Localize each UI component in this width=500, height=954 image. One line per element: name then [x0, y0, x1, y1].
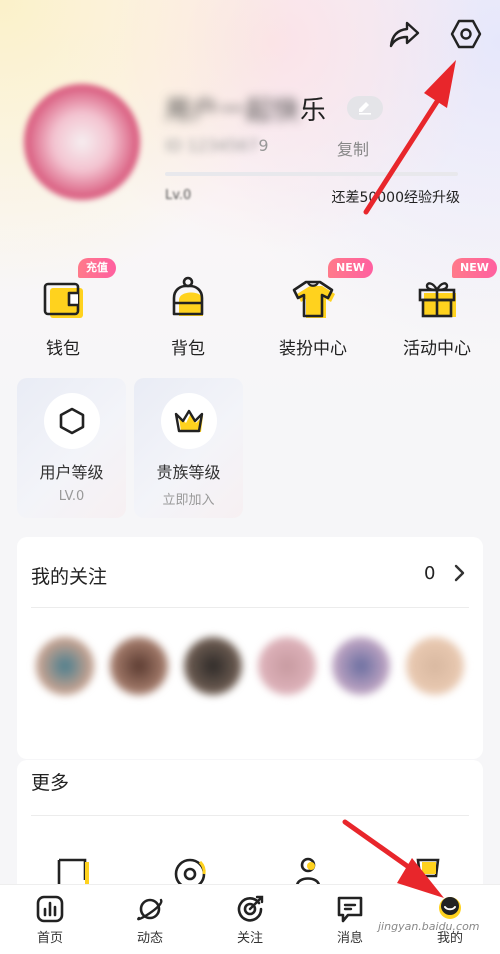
share-icon[interactable] — [385, 14, 425, 54]
wallet-label: 钱包 — [46, 339, 80, 359]
wallet-icon — [43, 282, 83, 318]
backpack-label: 背包 — [171, 339, 205, 359]
user-level-value: LV.0 — [58, 489, 85, 504]
avatar[interactable] — [24, 84, 140, 200]
tab-following-label: 关注 — [236, 931, 263, 946]
wallet-button[interactable]: 钱包 — [8, 270, 118, 359]
my-follows-title[interactable]: 我的关注 — [31, 562, 107, 589]
message-icon — [337, 896, 363, 923]
bottom-tab-bar: 首页 动态 关注 消息 我的 — [0, 884, 500, 954]
followed-user-avatar[interactable] — [184, 637, 242, 695]
target-icon — [237, 895, 264, 922]
tab-home[interactable]: 首页 — [0, 885, 100, 954]
copy-id-button[interactable]: 复制 — [337, 136, 369, 160]
follow-count: 0 — [424, 563, 436, 584]
upgrade-hint: 还差50000经验升级 — [331, 190, 460, 206]
noble-join-link[interactable]: 立即加入 — [134, 489, 243, 508]
profile-name: 用户一起快乐 — [165, 90, 327, 127]
user-id-tail: 9 — [258, 136, 269, 155]
followed-user-avatar[interactable] — [36, 637, 94, 695]
watermark: jingyan.baidu.com — [378, 920, 480, 933]
chevron-right-icon[interactable] — [450, 562, 470, 584]
noble-level-title: 贵族等级 — [156, 463, 221, 482]
activity-center-label: 活动中心 — [403, 339, 471, 359]
dress-up-center-label: 装扮中心 — [279, 339, 347, 359]
tab-moments[interactable]: 动态 — [100, 885, 200, 954]
edit-profile-button[interactable] — [347, 96, 383, 120]
user-id: ID 12345679 — [165, 136, 269, 155]
settings-hex-icon[interactable] — [446, 14, 486, 54]
new-badge-activity: NEW — [452, 258, 497, 278]
tshirt-icon — [292, 280, 335, 318]
profile-name-blurred: 用户一起快 — [165, 96, 301, 126]
hexagon-icon — [59, 407, 84, 435]
tab-messages-label: 消息 — [336, 931, 363, 946]
dress-up-center-button[interactable]: 装扮中心 — [258, 270, 368, 359]
chart-icon — [36, 895, 64, 923]
gift-icon — [418, 282, 456, 318]
more-title: 更多 — [31, 772, 70, 794]
profile-name-tail: 乐 — [300, 96, 328, 126]
followed-user-avatar[interactable] — [332, 637, 390, 695]
experience-bar — [165, 172, 458, 176]
tab-home-label: 首页 — [36, 931, 63, 946]
activity-center-button[interactable]: 活动中心 — [382, 270, 492, 359]
crown-icon — [174, 409, 203, 433]
divider — [31, 607, 469, 608]
new-badge-dress: NEW — [328, 258, 373, 278]
pencil-icon — [359, 102, 371, 115]
user-level-title: 用户等级 — [39, 463, 104, 482]
tab-following[interactable]: 关注 — [200, 885, 300, 954]
planet-icon — [137, 898, 163, 921]
current-level: Lv.0 — [165, 188, 192, 203]
backpack-button[interactable]: 背包 — [133, 270, 243, 359]
recharge-badge: 充值 — [78, 258, 116, 278]
backpack-icon — [172, 276, 204, 316]
tab-moments-label: 动态 — [136, 931, 163, 946]
user-level-card[interactable]: 用户等级 LV.0 — [17, 378, 126, 518]
followed-user-avatar[interactable] — [110, 637, 168, 695]
followed-user-avatar[interactable] — [406, 637, 464, 695]
followed-user-avatar[interactable] — [258, 637, 316, 695]
divider — [31, 815, 469, 816]
noble-level-card[interactable]: 贵族等级 立即加入 — [134, 378, 243, 518]
user-id-blurred: ID 1234567 — [165, 136, 259, 155]
